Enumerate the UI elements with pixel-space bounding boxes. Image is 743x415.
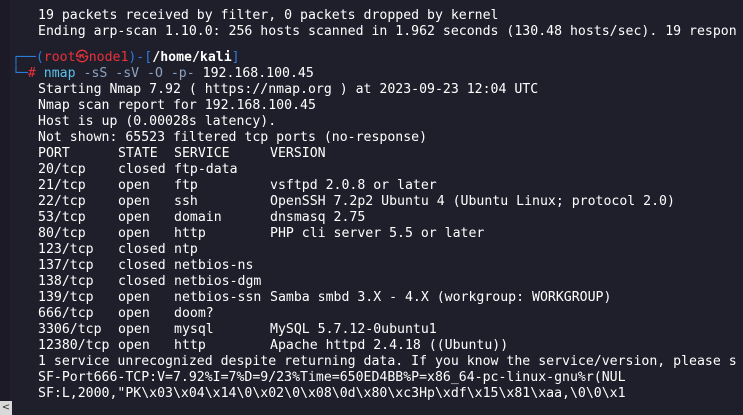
- terminal-gutter: [0, 0, 10, 415]
- service-cell: doom?: [174, 306, 214, 321]
- prompt-user: root: [43, 50, 76, 65]
- service-cell: http: [174, 226, 206, 241]
- version-cell: MySQL 5.7.12-0ubuntu1: [270, 322, 437, 337]
- prompt-bracket-end: ]: [231, 50, 240, 65]
- header-state: STATE: [118, 146, 158, 161]
- prompt-line-top: ┌──(root㉿node1)-[/home/kali]: [12, 50, 743, 66]
- port-table-row: 21/tcp open ftp vsftpd 2.0.8 or later: [38, 178, 743, 194]
- service-cell: http: [174, 338, 206, 353]
- port-cell: 3306/tcp: [38, 322, 102, 337]
- prompt-line-command: └─# nmap -sS -sV -O -p- 192.168.100.45: [12, 66, 743, 82]
- nmap-output-line: Nmap scan report for 192.168.100.45: [38, 98, 316, 113]
- service-cell: ftp-data: [174, 162, 238, 177]
- nmap-output-line: Host is up (0.00028s latency).: [38, 114, 277, 129]
- header-service: SERVICE: [174, 146, 230, 161]
- port-cell: 53/tcp: [38, 210, 86, 225]
- service-cell: ssh: [174, 194, 198, 209]
- nmap-output-line: 1 service unrecognized despite returning…: [38, 354, 737, 369]
- prompt-host: node1: [88, 50, 129, 65]
- fingerprint-line: SF-Port666-TCP:V=7.92%I=7%D=9/23%Time=65…: [38, 370, 626, 385]
- state-cell: closed: [118, 258, 166, 273]
- fingerprint-line: SF:L,2000,"PK\x03\x04\x14\0\x02\0\x08\0d…: [38, 386, 626, 401]
- service-cell: ftp: [174, 178, 198, 193]
- state-cell: open: [118, 210, 150, 225]
- port-table-row: 666/tcp open doom?: [38, 306, 743, 322]
- state-cell: open: [118, 306, 150, 321]
- arp-output-line: Ending arp-scan 1.10.0: 256 hosts scanne…: [38, 24, 737, 39]
- version-cell: Apache httpd 2.4.18 ((Ubuntu)): [270, 338, 509, 353]
- port-cell: 137/tcp: [38, 258, 94, 273]
- port-table-row: 22/tcp open ssh OpenSSH 7.2p2 Ubuntu 4 (Ubu…: [38, 194, 743, 210]
- port-table-row: 53/tcp open domain dnsmasq 2.75: [38, 210, 743, 226]
- port-table-row: 12380/tcp open http Apache httpd 2.4.18 ((U…: [38, 338, 743, 354]
- port-cell: 666/tcp: [38, 306, 94, 321]
- nmap-output-line: Not shown: 65523 filtered tcp ports (no-…: [38, 130, 428, 145]
- version-cell: Samba smbd 3.X - 4.X (workgroup: WORKGRO…: [270, 290, 612, 305]
- service-cell: ntp: [174, 242, 198, 257]
- port-table-header: PORT STATE SERVICE VERSION: [38, 146, 743, 162]
- version-cell: PHP cli server 5.5 or later: [270, 226, 485, 241]
- state-cell: open: [118, 290, 150, 305]
- port-table-row: 139/tcp open netbios-ssn Samba smbd 3.X - 4…: [38, 290, 743, 306]
- port-table-row: 138/tcp closed netbios-dgm: [38, 274, 743, 290]
- terminal-window[interactable]: 19 packets received by filter, 0 packets…: [0, 0, 743, 415]
- port-table-row: 123/tcp closed ntp: [38, 242, 743, 258]
- port-table-row: 20/tcp closed ftp-data: [38, 162, 743, 178]
- scroll-left-arrow[interactable]: <: [0, 401, 12, 415]
- arp-output-line: 19 packets received by filter, 0 packets…: [38, 8, 499, 23]
- prompt-at-symbol: ㉿: [75, 50, 89, 65]
- port-table: 20/tcp closed ftp-data 21/tcp open ftp vsftpd …: [38, 162, 743, 354]
- prompt-hash: #: [27, 66, 36, 81]
- port-table-row: 137/tcp closed netbios-ns: [38, 258, 743, 274]
- state-cell: closed: [118, 162, 166, 177]
- version-cell: OpenSSH 7.2p2 Ubuntu 4 (Ubuntu Linux; pr…: [270, 194, 675, 209]
- prompt-path: /home/kali: [152, 50, 232, 65]
- version-cell: dnsmasq 2.75: [270, 210, 366, 225]
- state-cell: open: [118, 194, 150, 209]
- prompt-corner-bottom: └─: [12, 66, 28, 81]
- port-table-row: 80/tcp open http PHP cli server 5.5 or late…: [38, 226, 743, 242]
- nmap-output-line: Starting Nmap 7.92 ( https://nmap.org ) …: [38, 82, 539, 97]
- service-cell: mysql: [174, 322, 214, 337]
- state-cell: closed: [118, 274, 166, 289]
- port-table-row: 3306/tcp open mysql MySQL 5.7.12-0ubuntu1: [38, 322, 743, 338]
- port-cell: 139/tcp: [38, 290, 94, 305]
- state-cell: open: [118, 338, 150, 353]
- header-version: VERSION: [270, 146, 326, 161]
- state-cell: closed: [118, 242, 166, 257]
- port-cell: 12380/tcp: [38, 338, 110, 353]
- service-cell: netbios-ns: [174, 258, 254, 273]
- terminal-output: 19 packets received by filter, 0 packets…: [12, 8, 743, 402]
- service-cell: netbios-dgm: [174, 274, 262, 289]
- prompt-corner-top: ┌──(: [12, 50, 44, 65]
- state-cell: open: [118, 226, 150, 241]
- prompt-separator: )-[: [128, 50, 153, 65]
- state-cell: open: [118, 322, 150, 337]
- port-cell: 123/tcp: [38, 242, 94, 257]
- command-target: 192.168.100.45: [202, 66, 314, 81]
- port-cell: 21/tcp: [38, 178, 86, 193]
- command-name: nmap: [43, 66, 76, 81]
- port-cell: 20/tcp: [38, 162, 86, 177]
- header-port: PORT: [38, 146, 70, 161]
- service-cell: netbios-ssn: [174, 290, 262, 305]
- service-cell: domain: [174, 210, 222, 225]
- command-args: -sS -sV -O -p-: [83, 66, 195, 81]
- port-cell: 22/tcp: [38, 194, 86, 209]
- state-cell: open: [118, 178, 150, 193]
- port-cell: 80/tcp: [38, 226, 86, 241]
- version-cell: vsftpd 2.0.8 or later: [270, 178, 437, 193]
- port-cell: 138/tcp: [38, 274, 94, 289]
